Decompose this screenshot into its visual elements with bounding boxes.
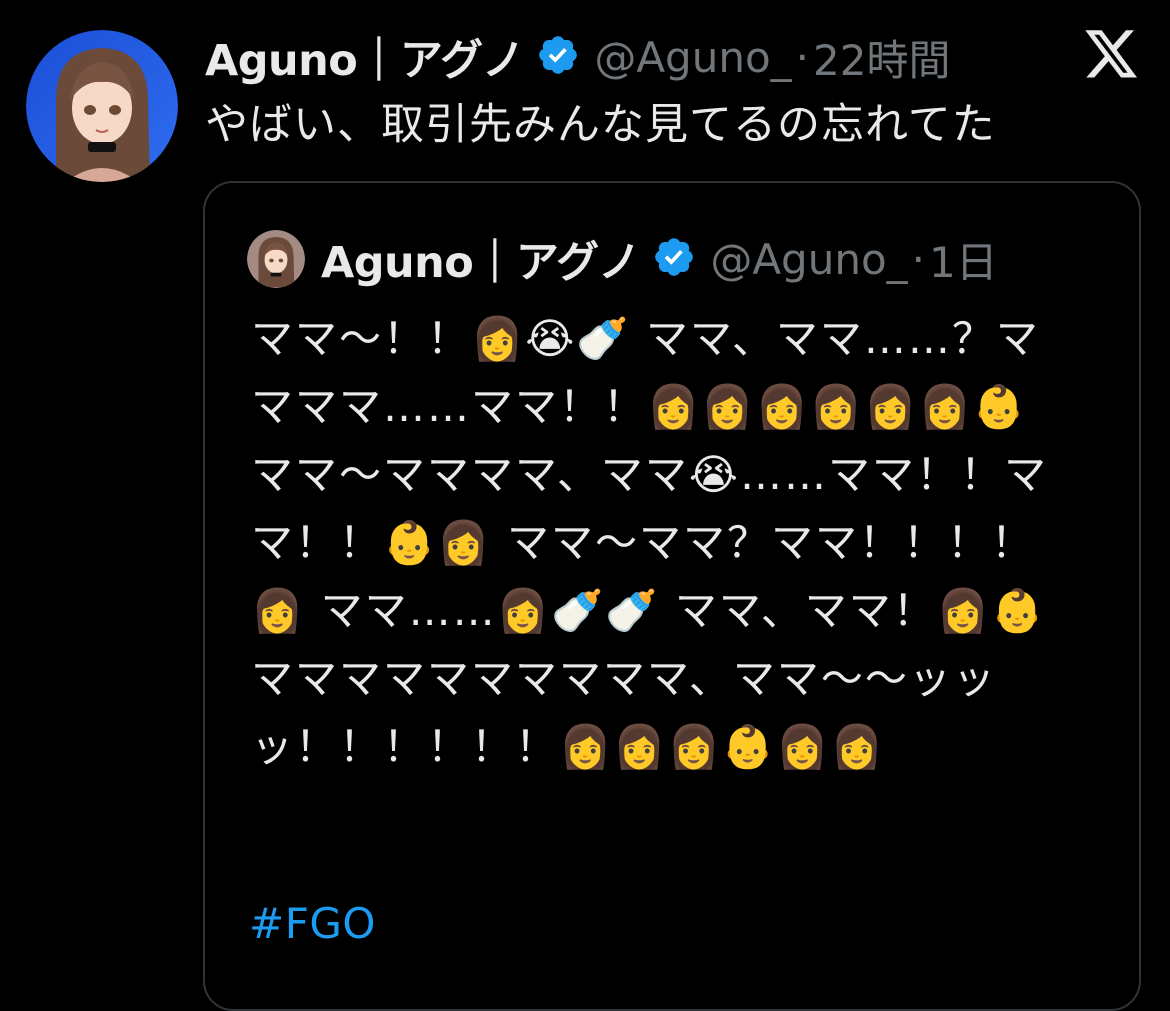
separator-dot: ·	[795, 32, 810, 82]
quoted-tweet-card[interactable]: Aguno｜アグノ @Aguno_ · 1日 ママ〜！！👩😭🍼 ママ、ママ……？…	[203, 181, 1141, 1011]
hashtag-link[interactable]: #FGO	[249, 899, 376, 948]
author-avatar[interactable]	[26, 30, 178, 182]
verified-badge-icon	[652, 235, 696, 283]
quoted-tweet-text: ママ〜！！👩😭🍼 ママ、ママ……？ママママ……ママ！！👩👩👩👩👩👩👶 ママ〜ママ…	[251, 314, 1048, 771]
author-handle[interactable]: @Aguno_	[594, 33, 791, 82]
anime-girl-avatar-icon	[26, 30, 178, 182]
tweet-header: Aguno｜アグノ @Aguno_ · 22時間	[205, 26, 950, 88]
quoted-author-handle: @Aguno_	[710, 234, 908, 284]
author-display-name[interactable]: Aguno｜アグノ	[205, 26, 525, 88]
quoted-tweet-header: Aguno｜アグノ @Aguno_ · 1日	[247, 227, 998, 291]
quoted-author-display-name: Aguno｜アグノ	[321, 238, 641, 288]
x-logo-icon[interactable]	[1085, 30, 1139, 80]
tweet-timestamp[interactable]: 22時間	[813, 27, 950, 88]
anime-girl-avatar-icon	[247, 230, 305, 288]
tweet-text: やばい、取引先みんな見てるの忘れてた	[205, 100, 996, 150]
quoted-author-avatar	[247, 230, 305, 288]
quoted-tweet-timestamp: 1日	[929, 237, 998, 287]
verified-badge-icon	[536, 33, 580, 81]
separator-dot: ·	[911, 234, 926, 284]
